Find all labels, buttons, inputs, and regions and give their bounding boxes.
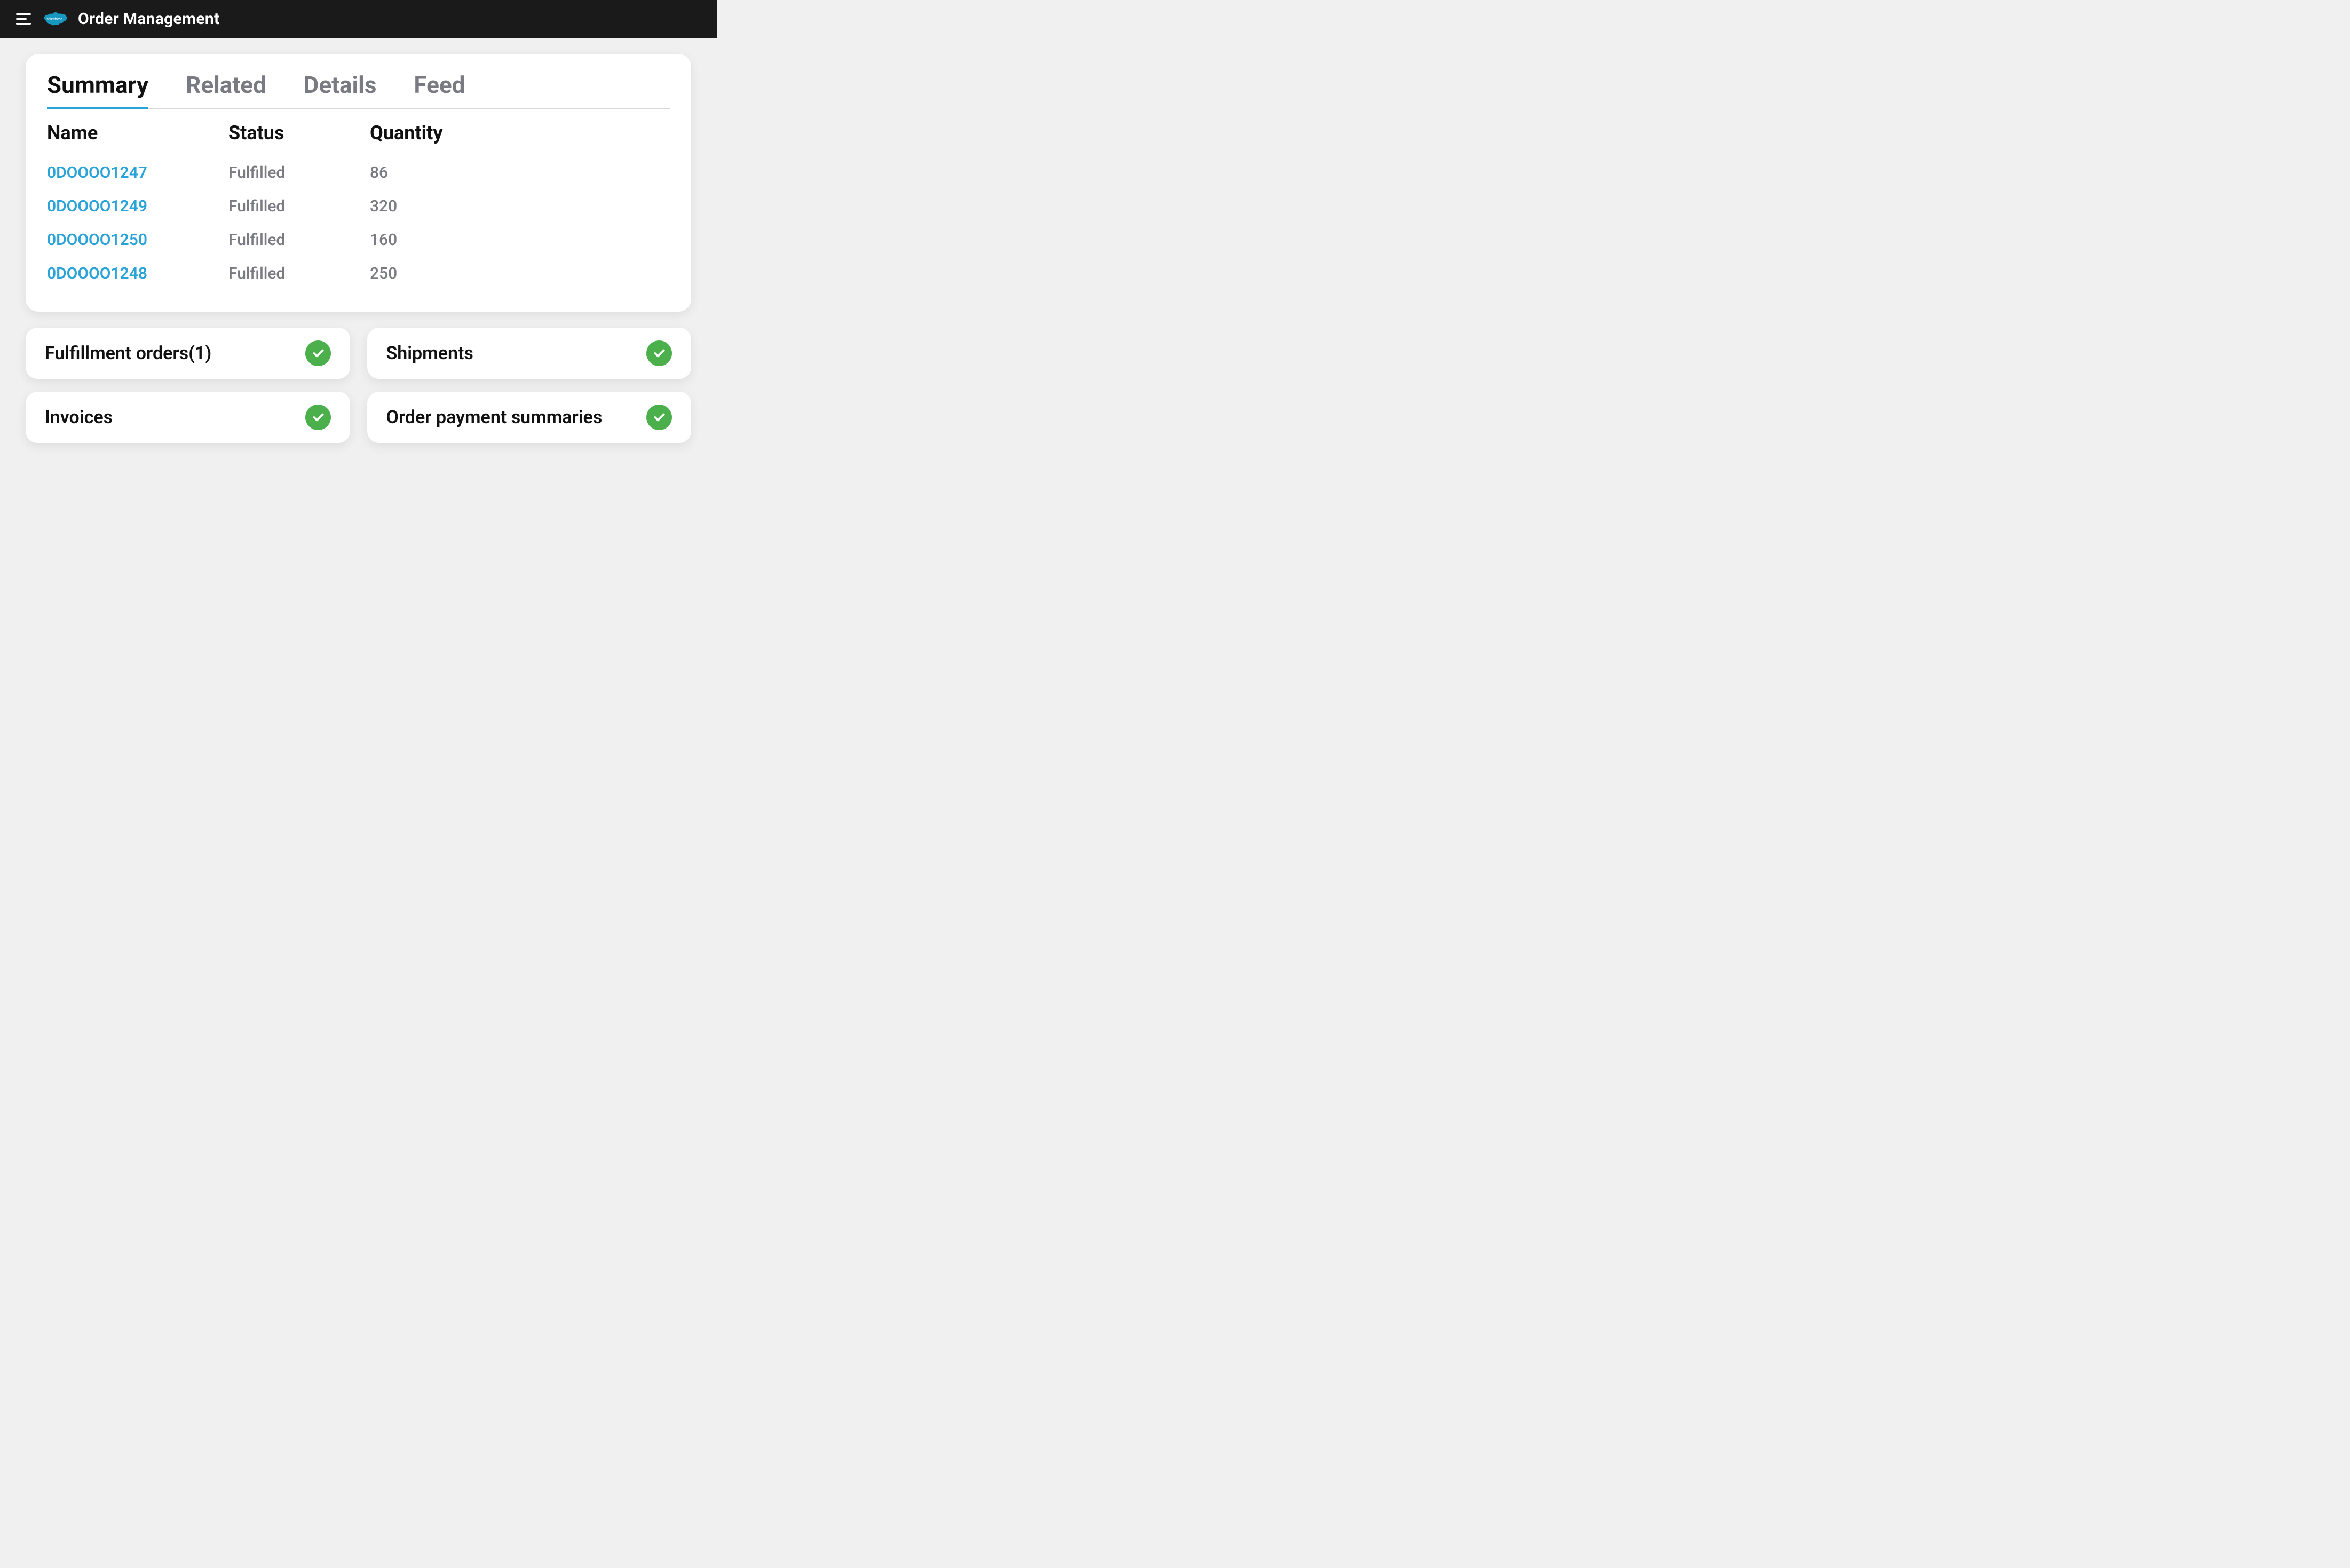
check-icon [646, 405, 672, 430]
tile-shipments[interactable]: Shipments [367, 328, 692, 379]
logo-text: salesforce [46, 17, 62, 21]
order-status: Fulfilled [228, 231, 370, 249]
tile-invoices[interactable]: Invoices [26, 392, 350, 443]
tile-label: Fulfillment orders(1) [45, 343, 211, 364]
content-area: Summary Related Details Feed Name Status… [0, 38, 717, 459]
tile-label: Shipments [386, 343, 473, 364]
tab-related[interactable]: Related [186, 71, 266, 108]
order-link[interactable]: 0DOOOO1250 [47, 231, 228, 249]
salesforce-logo: salesforce [42, 11, 67, 28]
tab-details[interactable]: Details [304, 71, 377, 108]
order-quantity: 320 [370, 197, 670, 216]
column-quantity: Quantity [370, 122, 670, 144]
app-header: salesforce Order Management [0, 0, 717, 38]
order-link[interactable]: 0DOOOO1247 [47, 163, 228, 182]
status-tiles: Fulfillment orders(1) Shipments Invoices… [26, 328, 691, 443]
order-link[interactable]: 0DOOOO1248 [47, 264, 228, 283]
tile-label: Order payment summaries [386, 407, 603, 428]
check-icon [646, 340, 672, 366]
column-status: Status [228, 122, 370, 144]
tile-label: Invoices [45, 407, 113, 428]
table-row: 0DOOOO1250 Fulfilled 160 [47, 223, 670, 257]
order-quantity: 160 [370, 231, 670, 249]
check-icon [305, 405, 331, 430]
tab-bar: Summary Related Details Feed [47, 71, 670, 109]
table-row: 0DOOOO1247 Fulfilled 86 [47, 156, 670, 189]
order-status: Fulfilled [228, 197, 370, 216]
column-name: Name [47, 122, 228, 144]
page-title: Order Management [78, 10, 219, 28]
hamburger-menu-icon[interactable] [16, 13, 31, 25]
order-status: Fulfilled [228, 264, 370, 283]
table-row: 0DOOOO1248 Fulfilled 250 [47, 257, 670, 290]
table-row: 0DOOOO1249 Fulfilled 320 [47, 189, 670, 223]
summary-card: Summary Related Details Feed Name Status… [26, 54, 691, 312]
order-status: Fulfilled [228, 163, 370, 182]
check-icon [305, 340, 331, 366]
order-quantity: 250 [370, 264, 670, 283]
table-header: Name Status Quantity [47, 122, 670, 144]
tile-order-payment-summaries[interactable]: Order payment summaries [367, 392, 692, 443]
tab-summary[interactable]: Summary [47, 71, 148, 108]
order-quantity: 86 [370, 163, 670, 182]
orders-table: Name Status Quantity 0DOOOO1247 Fulfille… [47, 122, 670, 290]
tile-fulfillment-orders[interactable]: Fulfillment orders(1) [26, 328, 350, 379]
tab-feed[interactable]: Feed [414, 71, 465, 108]
order-link[interactable]: 0DOOOO1249 [47, 197, 228, 216]
